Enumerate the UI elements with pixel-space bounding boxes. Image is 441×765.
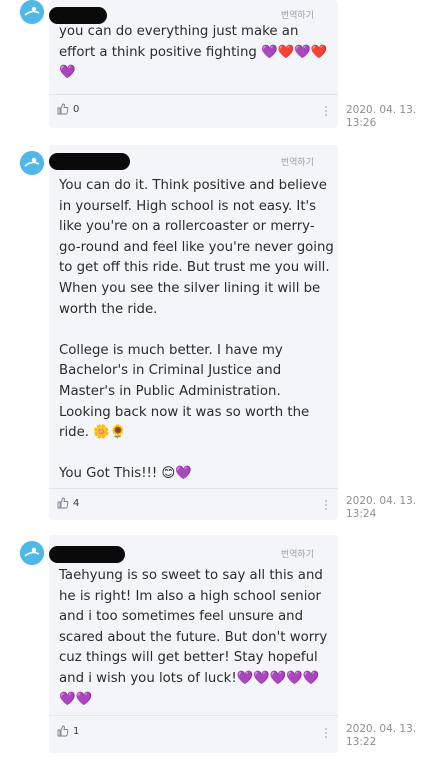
translate-button[interactable]: 번역하기 [281, 547, 314, 560]
thumbs-up-icon [57, 103, 69, 115]
translate-button[interactable]: 번역하기 [281, 155, 314, 168]
user-avatar-icon[interactable] [20, 0, 44, 24]
comment-date: 2020. 04. 13. 13:24 [346, 495, 417, 520]
comment-bubble: 번역하기 You can do it. Think positive and b… [49, 145, 338, 520]
user-avatar-icon[interactable] [20, 151, 44, 175]
like-count: 1 [73, 725, 80, 737]
divider [49, 488, 338, 489]
comment-text: Taehyung is so sweet to say all this and… [59, 568, 332, 707]
like-count: 4 [73, 497, 80, 509]
more-options-icon[interactable] [324, 726, 328, 738]
comment-text: You can do it. Think positive and believ… [59, 178, 334, 482]
more-options-icon[interactable] [324, 104, 328, 116]
comment-text: you can do everything just make an effor… [59, 24, 328, 81]
like-button[interactable]: 0 [57, 103, 79, 115]
thumbs-up-icon [57, 497, 69, 509]
divider [49, 715, 338, 716]
more-options-icon[interactable] [324, 498, 328, 510]
redacted-username [49, 153, 130, 170]
comment-bubble: 번역하기 you can do everything just make an … [49, 0, 338, 128]
comment-date: 2020. 04. 13. 13:22 [346, 723, 417, 748]
translate-button[interactable]: 번역하기 [281, 8, 314, 21]
comment-bubble: 번역하기 Taehyung is so sweet to say all thi… [49, 535, 338, 753]
thumbs-up-icon [57, 725, 69, 737]
like-button[interactable]: 1 [57, 725, 79, 737]
redacted-username [49, 546, 125, 563]
user-avatar-icon[interactable] [20, 541, 44, 565]
comment-date: 2020. 04. 13. 13:26 [346, 104, 417, 129]
comment-item: 번역하기 you can do everything just make an … [0, 0, 441, 135]
comment-item: 번역하기 Taehyung is so sweet to say all thi… [0, 535, 441, 760]
like-button[interactable]: 4 [57, 497, 79, 509]
comment-item: 번역하기 You can do it. Think positive and b… [0, 145, 441, 530]
like-count: 0 [73, 103, 80, 115]
divider [49, 94, 338, 95]
